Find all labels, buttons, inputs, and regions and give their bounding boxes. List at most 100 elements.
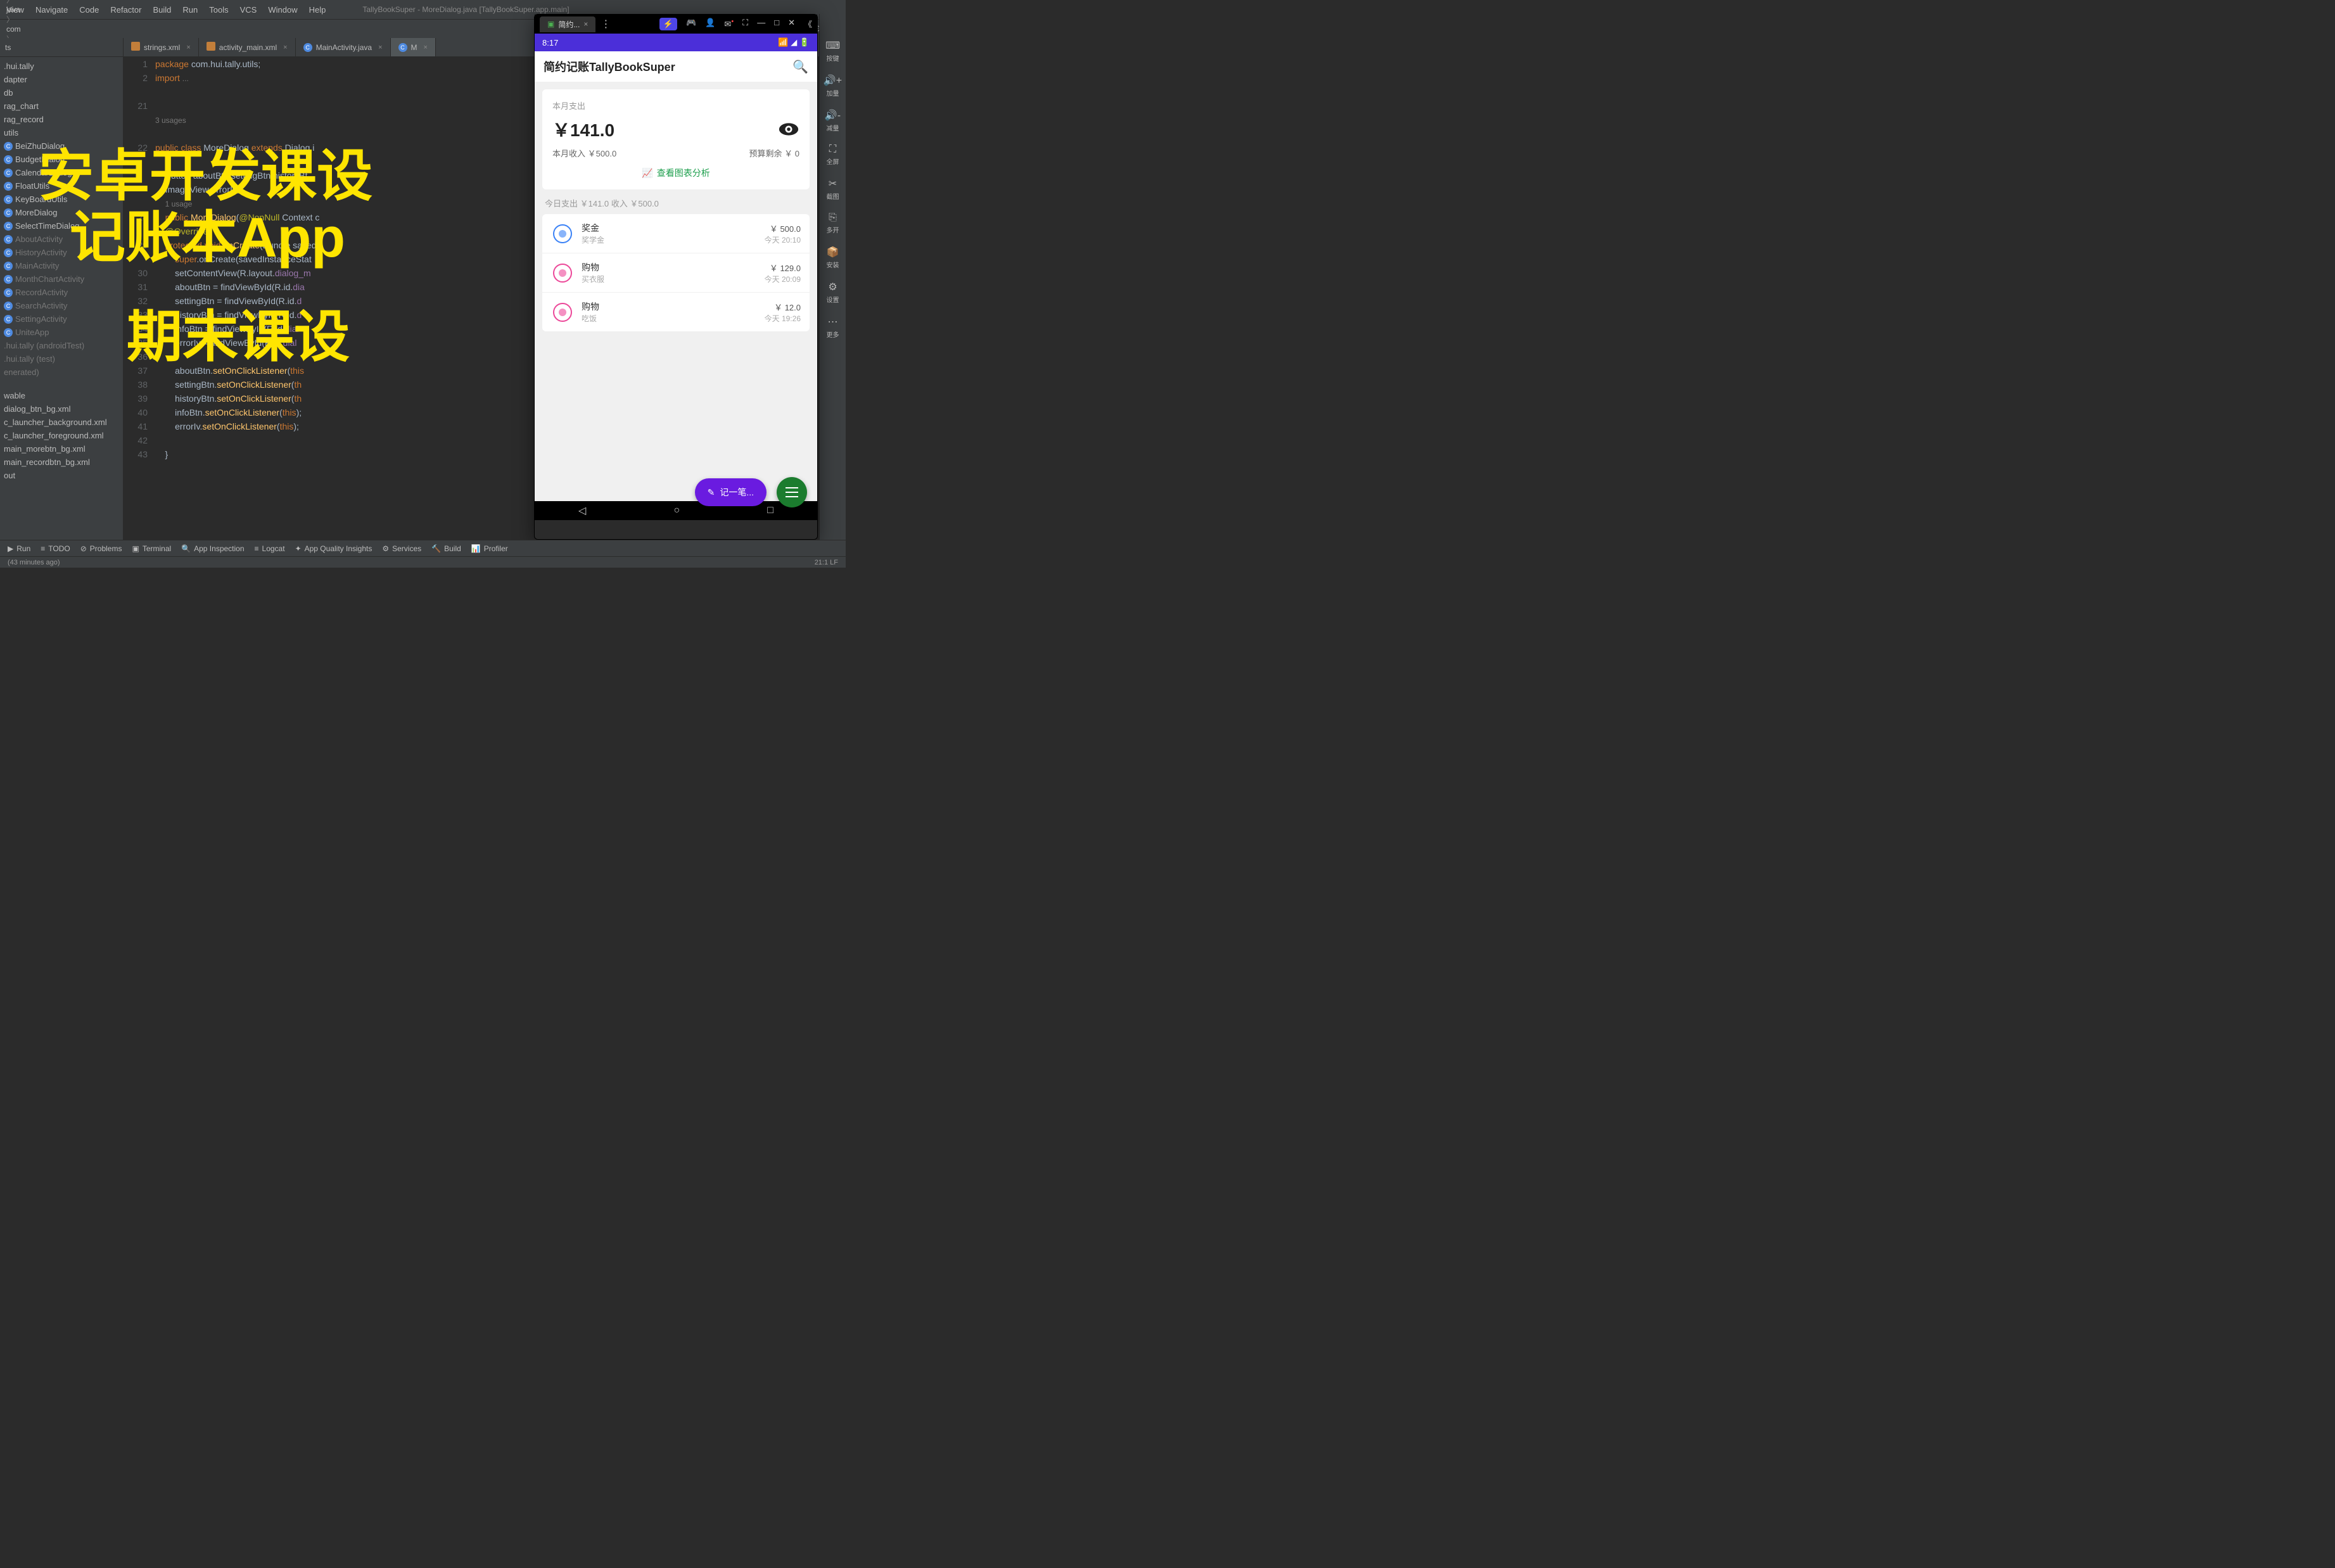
tool-icon: ≡ xyxy=(255,544,259,553)
side-icon: ⌨ xyxy=(825,39,840,52)
tree-item[interactable]: main_morebtn_bg.xml xyxy=(0,442,123,456)
tree-item[interactable]: enerated) xyxy=(0,366,123,379)
menu-window[interactable]: Window xyxy=(268,5,297,15)
menu-code[interactable]: Code xyxy=(79,5,99,15)
emu-side-button[interactable]: ⋯更多 xyxy=(827,316,839,339)
emu-side-button[interactable]: ⎘多开 xyxy=(827,212,839,234)
tree-item[interactable]: .hui.tally (test) xyxy=(0,352,123,366)
bolt-icon[interactable]: ⚡ xyxy=(659,18,677,30)
emulator-tab-label: 简约... xyxy=(558,19,580,30)
minimize-icon[interactable]: — xyxy=(757,18,765,30)
tree-item[interactable]: rag_record xyxy=(0,113,123,126)
tool-problems[interactable]: ⊘Problems xyxy=(80,544,122,553)
tool-logcat[interactable]: ≡Logcat xyxy=(255,544,285,553)
budget-label: 预算剩余 xyxy=(749,149,782,158)
tree-item[interactable]: CMainActivity xyxy=(0,259,123,272)
fab-menu-button[interactable] xyxy=(777,477,807,501)
menu-vcs[interactable]: VCS xyxy=(240,5,257,15)
menu-tools[interactable]: Tools xyxy=(209,5,228,15)
tool-icon: ▶ xyxy=(8,544,13,553)
transaction-item[interactable]: 购物 吃饭 ￥ 12.0 今天 19:26 xyxy=(542,293,810,331)
user-icon[interactable]: 👤 xyxy=(705,18,715,30)
close-emu-icon[interactable]: ✕ xyxy=(788,18,795,30)
menu-build[interactable]: Build xyxy=(153,5,171,15)
nav-back-icon[interactable]: ◁ xyxy=(578,504,586,517)
tree-item[interactable]: CFloatUtils xyxy=(0,179,123,193)
tree-item[interactable]: CAboutActivity xyxy=(0,233,123,246)
file-tab[interactable]: CM× xyxy=(391,38,436,56)
breadcrumb-item[interactable]: java xyxy=(6,5,56,14)
tree-item[interactable]: CHistoryActivity xyxy=(0,246,123,259)
tree-item[interactable]: CMonthChartActivity xyxy=(0,272,123,286)
tree-item[interactable]: dialog_btn_bg.xml xyxy=(0,402,123,416)
tool-build[interactable]: 🔨Build xyxy=(431,544,461,553)
tool-terminal[interactable]: ▣Terminal xyxy=(132,544,171,553)
breadcrumb-item[interactable]: com xyxy=(6,25,56,34)
fab-record-button[interactable]: ✎ 记一笔... xyxy=(695,478,767,501)
tree-item[interactable]: CKeyBoardUtils xyxy=(0,193,123,206)
tree-item[interactable]: CRecordActivity xyxy=(0,286,123,299)
transaction-item[interactable]: 奖金 奖学金 ￥ 500.0 今天 20:10 xyxy=(542,214,810,253)
emulator-tab[interactable]: ▣ 简约... × xyxy=(540,16,595,32)
emu-side-button[interactable]: ✂截图 xyxy=(827,177,839,201)
close-icon[interactable]: × xyxy=(186,44,190,51)
eye-icon[interactable] xyxy=(778,122,799,136)
emu-side-button[interactable]: ⛶全屏 xyxy=(827,144,839,166)
tree-item[interactable]: CSettingActivity xyxy=(0,312,123,326)
emu-side-button[interactable]: ⌨按键 xyxy=(825,39,840,63)
tree-item[interactable]: dapter xyxy=(0,73,123,86)
tool-todo[interactable]: ≡TODO xyxy=(41,544,70,553)
maximize-icon[interactable]: □ xyxy=(774,18,779,30)
tree-item[interactable]: CCalendarDialog xyxy=(0,166,123,179)
collapse-icon[interactable]: 《 xyxy=(804,18,812,30)
tree-item[interactable]: CBeiZhuDialog xyxy=(0,139,123,153)
file-tab[interactable]: CMainActivity.java× xyxy=(296,38,391,56)
tree-item[interactable]: out xyxy=(0,469,123,482)
menu-help[interactable]: Help xyxy=(309,5,326,15)
class-icon: C xyxy=(4,328,13,337)
tree-item[interactable]: CMoreDialog xyxy=(0,206,123,219)
mail-icon[interactable]: ✉• xyxy=(724,18,734,30)
emu-side-button[interactable]: ⚙设置 xyxy=(827,281,839,304)
tree-item[interactable]: c_launcher_foreground.xml xyxy=(0,429,123,442)
tree-item[interactable]: CSearchActivity xyxy=(0,299,123,312)
tree-item[interactable]: rag_chart xyxy=(0,99,123,113)
content-area: 本月支出 ￥141.0 本月收入 ￥500.0 预算剩余 ￥ 0 📈 查看图表分… xyxy=(535,82,817,501)
nav-home-icon[interactable]: ○ xyxy=(673,505,680,516)
close-icon[interactable]: × xyxy=(378,44,382,51)
close-icon[interactable]: × xyxy=(583,20,588,29)
transaction-list: 奖金 奖学金 ￥ 500.0 今天 20:10 购物 买衣服 ￥ 129.0 今… xyxy=(542,214,810,331)
tree-item[interactable]: c_launcher_background.xml xyxy=(0,416,123,429)
file-tab[interactable]: activity_main.xml× xyxy=(199,38,296,56)
tool-profiler[interactable]: 📊Profiler xyxy=(471,544,508,553)
tree-item[interactable]: wable xyxy=(0,389,123,402)
tree-item[interactable]: CUniteApp xyxy=(0,326,123,339)
tree-item[interactable]: .hui.tally xyxy=(0,60,123,73)
search-icon[interactable]: 🔍 xyxy=(792,59,808,75)
tree-item[interactable]: utils xyxy=(0,126,123,139)
tree-item[interactable]: db xyxy=(0,86,123,99)
chart-analysis-link[interactable]: 📈 查看图表分析 xyxy=(552,159,799,179)
menu-run[interactable]: Run xyxy=(182,5,198,15)
file-tab[interactable]: strings.xml× xyxy=(124,38,199,56)
tree-item[interactable]: main_recordbtn_bg.xml xyxy=(0,456,123,469)
expand-icon[interactable]: ⛶ xyxy=(742,18,748,30)
more-icon[interactable]: ⋮ xyxy=(601,18,611,30)
tool-services[interactable]: ⚙Services xyxy=(382,544,421,553)
emu-side-button[interactable]: 🔊-减量 xyxy=(825,109,841,132)
tree-item[interactable]: CSelectTimeDialog xyxy=(0,219,123,233)
tool-run[interactable]: ▶Run xyxy=(8,544,30,553)
transaction-item[interactable]: 购物 买衣服 ￥ 129.0 今天 20:09 xyxy=(542,253,810,293)
close-icon[interactable]: × xyxy=(283,44,287,51)
tree-item[interactable]: .hui.tally (androidTest) xyxy=(0,339,123,352)
menu-refactor[interactable]: Refactor xyxy=(110,5,141,15)
tool-app-quality-insights[interactable]: ✦App Quality Insights xyxy=(295,544,372,553)
tree-item[interactable]: CBudgetDialog xyxy=(0,153,123,166)
emu-side-button[interactable]: 📦安装 xyxy=(827,246,839,269)
close-icon[interactable]: × xyxy=(424,44,428,51)
emu-side-button[interactable]: 🔊+加量 xyxy=(824,74,842,98)
gamepad-icon[interactable]: 🎮 xyxy=(686,18,696,30)
tool-app-inspection[interactable]: 🔍App Inspection xyxy=(181,544,244,553)
side-icon: 🔊- xyxy=(825,109,841,122)
class-icon: C xyxy=(4,142,13,151)
